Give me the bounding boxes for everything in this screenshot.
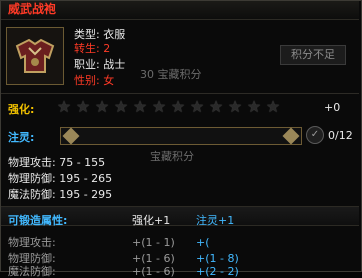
forge-upgrade-value: +(1 - 6) <box>132 252 175 265</box>
upgrade-star: ★ <box>246 97 262 116</box>
upgrade-star: ★ <box>113 97 129 116</box>
item-gender-value: 女 <box>103 74 115 87</box>
upgrade-star: ★ <box>265 97 281 116</box>
stat-label: 魔法防御: <box>8 188 56 201</box>
forge-col-soul: 注灵+1 <box>196 214 235 227</box>
upgrade-star: ★ <box>56 97 72 116</box>
forge-stat-label: 物理攻击: <box>8 236 56 249</box>
soul-info-button[interactable]: ✓ <box>306 126 324 144</box>
item-slot[interactable] <box>6 27 64 85</box>
item-gender-label: 性别: <box>74 74 100 87</box>
armor-icon <box>7 28 63 84</box>
soul-bar-left-cap <box>62 127 80 145</box>
item-class-row: 职业: 战士 <box>74 58 125 71</box>
item-rebirth-label: 转生: <box>74 42 100 55</box>
forge-col-upgrade: 强化+1 <box>132 214 171 227</box>
upgrade-star: ★ <box>151 97 167 116</box>
upgrade-star: ★ <box>189 97 205 116</box>
stat-row-magic-defense: 魔法防御: 195 - 295 <box>8 188 112 201</box>
forge-row-physical-defense: 物理防御: <box>8 252 56 265</box>
soul-bar-right-cap <box>282 127 300 145</box>
background-points-text: 30 宝藏积分 <box>140 68 202 81</box>
upgrade-star: ★ <box>170 97 186 116</box>
stat-label: 物理防御: <box>8 172 56 185</box>
item-class-value: 战士 <box>103 58 126 71</box>
item-type-row: 类型: 衣服 <box>74 28 125 41</box>
upgrade-star: ★ <box>208 97 224 116</box>
upgrade-star: ★ <box>132 97 148 116</box>
upgrade-star: ★ <box>227 97 243 116</box>
forge-soul-value: +( <box>196 236 210 249</box>
item-type-value: 衣服 <box>103 28 126 41</box>
soul-label: 注灵: <box>8 131 35 144</box>
item-class-label: 职业: <box>74 58 100 71</box>
points-insufficient-button[interactable]: 积分不足 <box>280 45 346 65</box>
item-gender-row: 性别: 女 <box>74 74 114 87</box>
item-rebirth-row: 转生: 2 <box>74 42 110 55</box>
background-soul-text: 宝藏积分 <box>150 150 194 163</box>
stat-value: 75 - 155 <box>59 156 106 169</box>
item-type-label: 类型: <box>74 28 100 41</box>
item-rebirth-value: 2 <box>103 42 111 55</box>
forge-soul-value: +(1 - 8) <box>196 252 239 265</box>
soul-progress-bar <box>60 127 302 145</box>
stat-label: 物理攻击: <box>8 156 56 169</box>
stat-value: 195 - 295 <box>59 188 113 201</box>
upgrade-label: 强化: <box>8 103 35 116</box>
stat-value: 195 - 265 <box>59 172 113 185</box>
forge-stat-label: 物理防御: <box>8 252 56 265</box>
upgrade-star: ★ <box>94 97 110 116</box>
stat-row-physical-attack: 物理攻击: 75 - 155 <box>8 156 105 169</box>
divider-top <box>1 93 359 94</box>
upgrade-star: ★ <box>75 97 91 116</box>
forge-header-label: 可锻造属性: <box>8 214 68 227</box>
soul-progress-text: 0/12 <box>328 129 353 142</box>
stat-row-physical-defense: 物理防御: 195 - 265 <box>8 172 112 185</box>
forge-upgrade-value: +(1 - 1) <box>132 236 175 249</box>
forge-row-physical-attack: 物理攻击: <box>8 236 56 249</box>
upgrade-stars: ★ ★ ★ ★ ★ ★ ★ ★ ★ ★ ★ ★ <box>56 99 281 115</box>
upgrade-bonus: +0 <box>324 101 341 114</box>
item-title: 威武战袍 <box>8 2 57 16</box>
